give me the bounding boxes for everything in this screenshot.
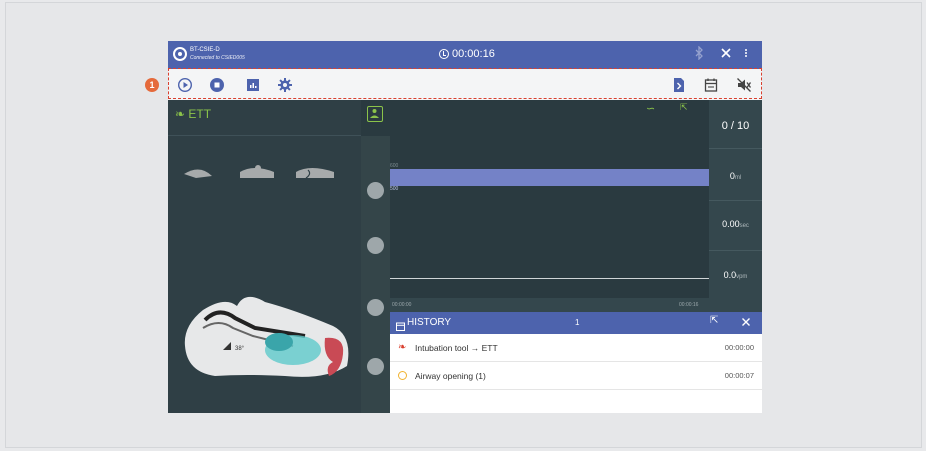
volume-unit: ml	[734, 175, 742, 181]
annotation-badge: 1	[145, 78, 159, 92]
x-end-label: 00:00:16	[679, 302, 699, 308]
time-stat: 0.00sec	[709, 219, 762, 229]
mode-sidebar	[361, 136, 390, 413]
volume-stat: 0ml	[709, 171, 762, 181]
stats-divider	[709, 200, 762, 201]
tool-option-3[interactable]	[296, 168, 334, 179]
procedure-panel: ❧ ETT 38°	[168, 100, 390, 413]
history-row-time: 00:00:07	[724, 371, 754, 380]
rate-value: 0.0	[723, 270, 737, 280]
lungs-mode-icon[interactable]	[367, 182, 384, 199]
timer-value: 00:00:16	[452, 48, 495, 60]
time-value: 0.00	[722, 219, 740, 229]
stats-column: 0 / 10 0ml 0.00sec 0.0vpm	[709, 100, 762, 312]
airway-icon	[398, 371, 407, 380]
bluetooth-icon[interactable]	[694, 45, 704, 64]
volume-band	[390, 169, 709, 186]
ett-tool-icon: ❧	[398, 342, 407, 353]
ett-tool-icon: ❧	[175, 107, 186, 121]
time-unit: sec	[739, 223, 749, 229]
top-bar: BT-CSIE-D Connected to CSIED005 00:00:16	[168, 41, 762, 69]
tool-option-2[interactable]	[240, 165, 274, 178]
time-axis	[390, 298, 709, 312]
patient-mode-icon[interactable]	[367, 237, 384, 254]
panel-title: ❧ ETT	[175, 107, 211, 121]
stats-divider	[709, 250, 762, 251]
history-title: HISTORY	[407, 317, 452, 328]
brand-logo-icon	[173, 47, 187, 61]
clock-icon	[439, 49, 449, 59]
rate-stat: 0.0vpm	[709, 270, 762, 280]
device-name: BT-CSIE-D	[190, 47, 220, 53]
tool-option-1[interactable]	[184, 169, 212, 178]
history-header: HISTORY 1 ⇱	[390, 312, 762, 334]
y-bottom-label: 500	[390, 186, 399, 192]
device-status: Connected to CSIED005	[190, 55, 245, 61]
rate-unit: vpm	[736, 274, 748, 280]
stats-divider	[709, 148, 762, 149]
auto-scale-icon[interactable]: ∽	[646, 102, 655, 115]
session-timer: 00:00:16	[439, 48, 495, 60]
annotation-highlight-box	[168, 68, 762, 99]
stomach-mode-icon[interactable]	[367, 299, 384, 316]
close-icon[interactable]	[720, 46, 732, 64]
tool-icons-row	[184, 165, 334, 179]
history-empty-area	[390, 390, 762, 413]
expand-history-icon[interactable]: ⇱	[710, 315, 718, 326]
more-menu-icon[interactable]	[743, 46, 749, 64]
history-count: 1	[575, 318, 580, 327]
panel-title-text: ETT	[188, 107, 212, 121]
ventilation-chart: ∽ ⇱ 600 500 00:00:00 00:00:16	[390, 100, 762, 312]
svg-text:38°: 38°	[235, 346, 245, 352]
baseline	[390, 278, 709, 279]
panel-divider	[168, 135, 361, 136]
x-start-label: 00:00:00	[392, 302, 412, 308]
history-row[interactable]: ❧ Intubation tool → ETT 00:00:00	[390, 334, 762, 362]
history-row-time: 00:00:00	[724, 343, 754, 352]
airway-mode-icon[interactable]	[367, 358, 384, 375]
compression-count: 0 / 10	[721, 120, 750, 132]
close-history-icon[interactable]	[740, 315, 752, 334]
ett-toggle-icon[interactable]	[367, 106, 383, 122]
anatomy-illustration: 38°	[184, 296, 349, 377]
history-row-label: Airway opening (1)	[415, 371, 486, 381]
expand-chart-icon[interactable]: ⇱	[680, 102, 688, 113]
history-row-label: Intubation tool → ETT	[415, 343, 498, 353]
history-row[interactable]: Airway opening (1) 00:00:07	[390, 362, 762, 390]
